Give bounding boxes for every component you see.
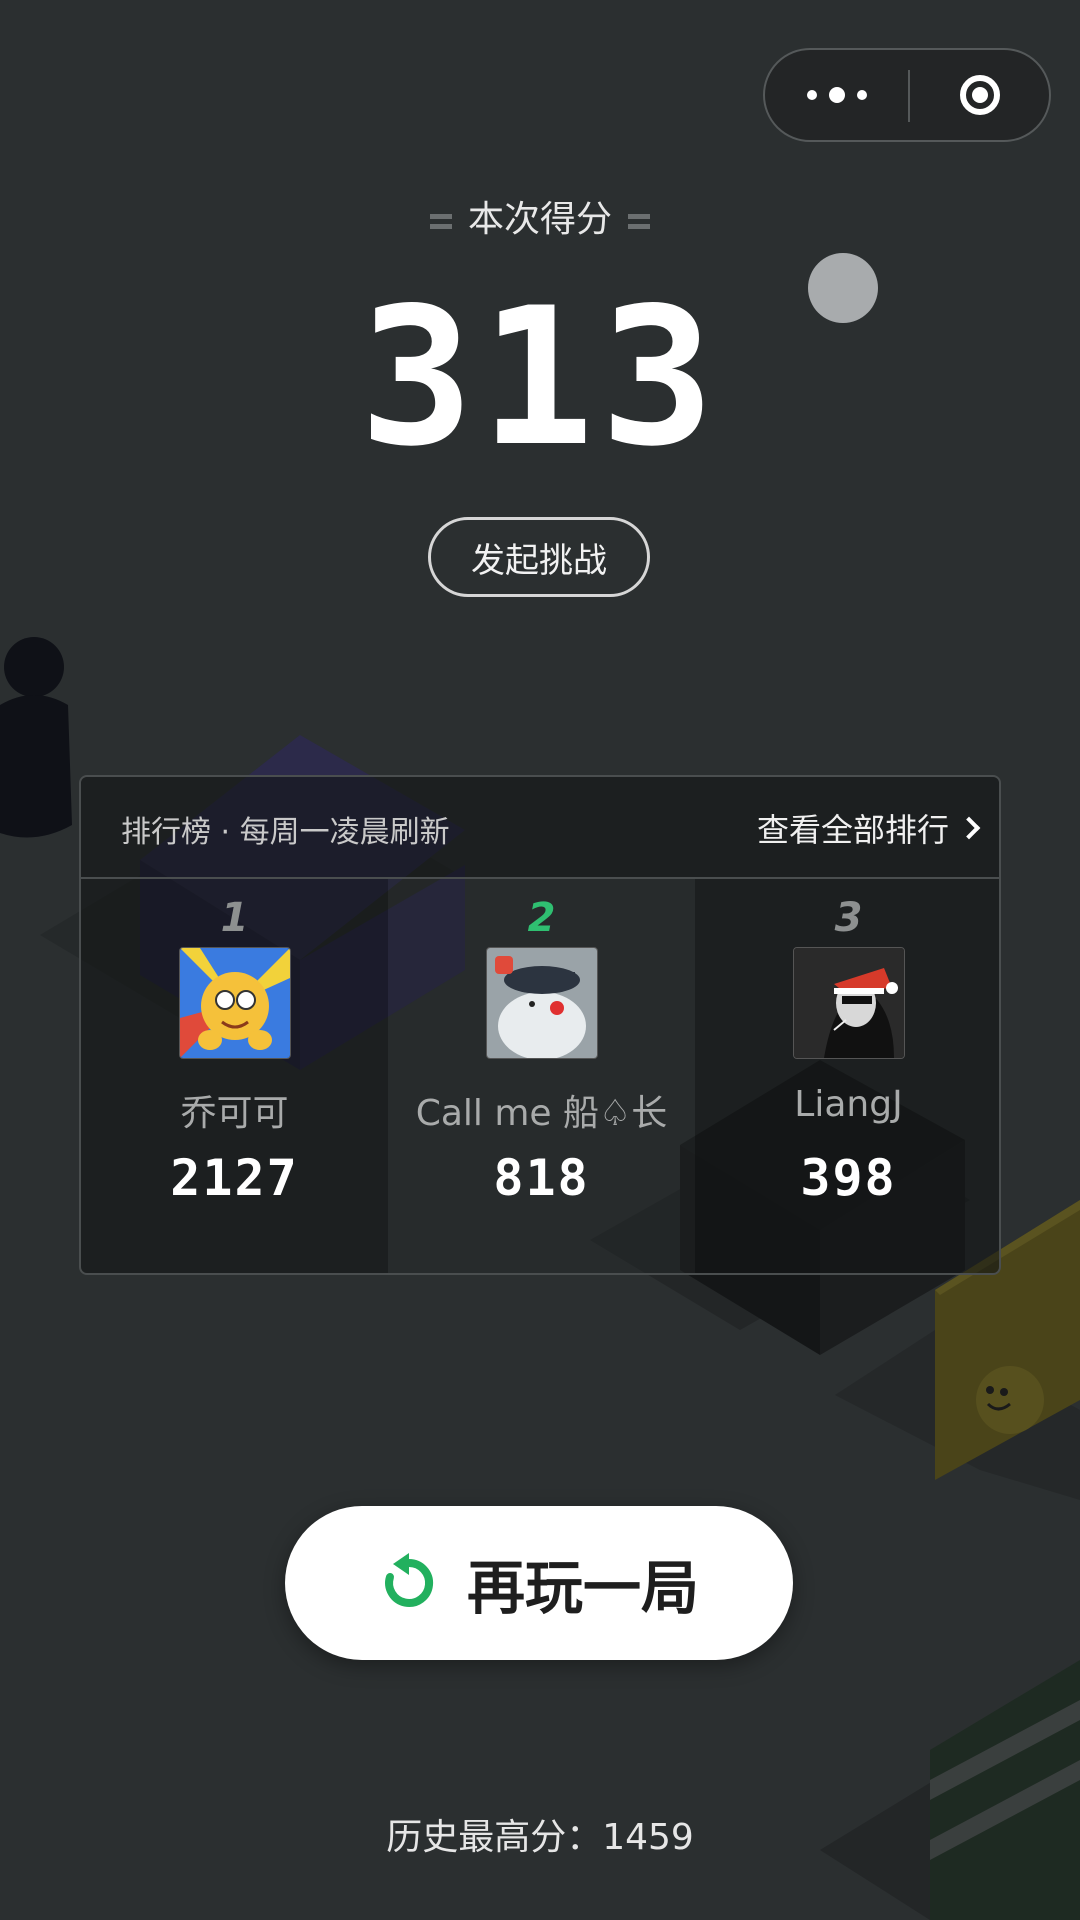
- leaderboard: 排行榜 · 每周一凌晨刷新 查看全部排行 1 乔可可 2127 2 Call m…: [79, 775, 1001, 1275]
- player-name: 乔可可: [180, 1093, 289, 1134]
- rank-number: 3: [834, 895, 863, 941]
- avatar: [486, 947, 598, 1059]
- leaderboard-header: 排行榜 · 每周一凌晨刷新 查看全部排行: [81, 777, 999, 879]
- target-circle-icon[interactable]: [910, 50, 1049, 140]
- equals-icon: [429, 212, 452, 230]
- leaderboard-entry: 1 乔可可 2127: [81, 879, 388, 1273]
- player-name: LiangJ: [794, 1084, 903, 1125]
- player-score: 398: [800, 1149, 897, 1207]
- leaderboard-title: 排行榜 · 每周一凌晨刷新: [121, 815, 450, 850]
- view-all-ranking-link[interactable]: 查看全部排行: [756, 805, 981, 851]
- current-score: 313: [359, 267, 721, 488]
- player-score: 2127: [170, 1149, 299, 1207]
- mini-program-capsule: [763, 48, 1051, 142]
- player-name: Call me 船♤长: [415, 1093, 668, 1134]
- player-score: 818: [493, 1149, 590, 1207]
- avatar: [793, 947, 905, 1059]
- score-title: 本次得分: [0, 190, 1080, 242]
- play-again-button[interactable]: 再玩一局: [285, 1506, 793, 1660]
- rank-number: 2: [527, 895, 556, 941]
- history-best-score: 历史最高分：1459: [386, 1817, 694, 1858]
- score-label-text: 本次得分: [467, 199, 612, 240]
- rank-number: 1: [220, 895, 249, 941]
- more-dots-icon[interactable]: [765, 50, 908, 140]
- equals-icon: [628, 212, 650, 230]
- view-all-label: 查看全部排行: [756, 811, 949, 849]
- challenge-button[interactable]: 发起挑战: [428, 517, 650, 597]
- leaderboard-entry: 2 Call me 船♤长 818: [388, 879, 695, 1273]
- avatar: [179, 947, 291, 1059]
- refresh-icon: [385, 1553, 433, 1607]
- leaderboard-entry: 3 LiangJ 398: [695, 879, 999, 1273]
- chevron-right-icon: [957, 816, 981, 840]
- floating-ball-icon: [808, 253, 878, 323]
- play-again-label: 再玩一局: [466, 1554, 699, 1622]
